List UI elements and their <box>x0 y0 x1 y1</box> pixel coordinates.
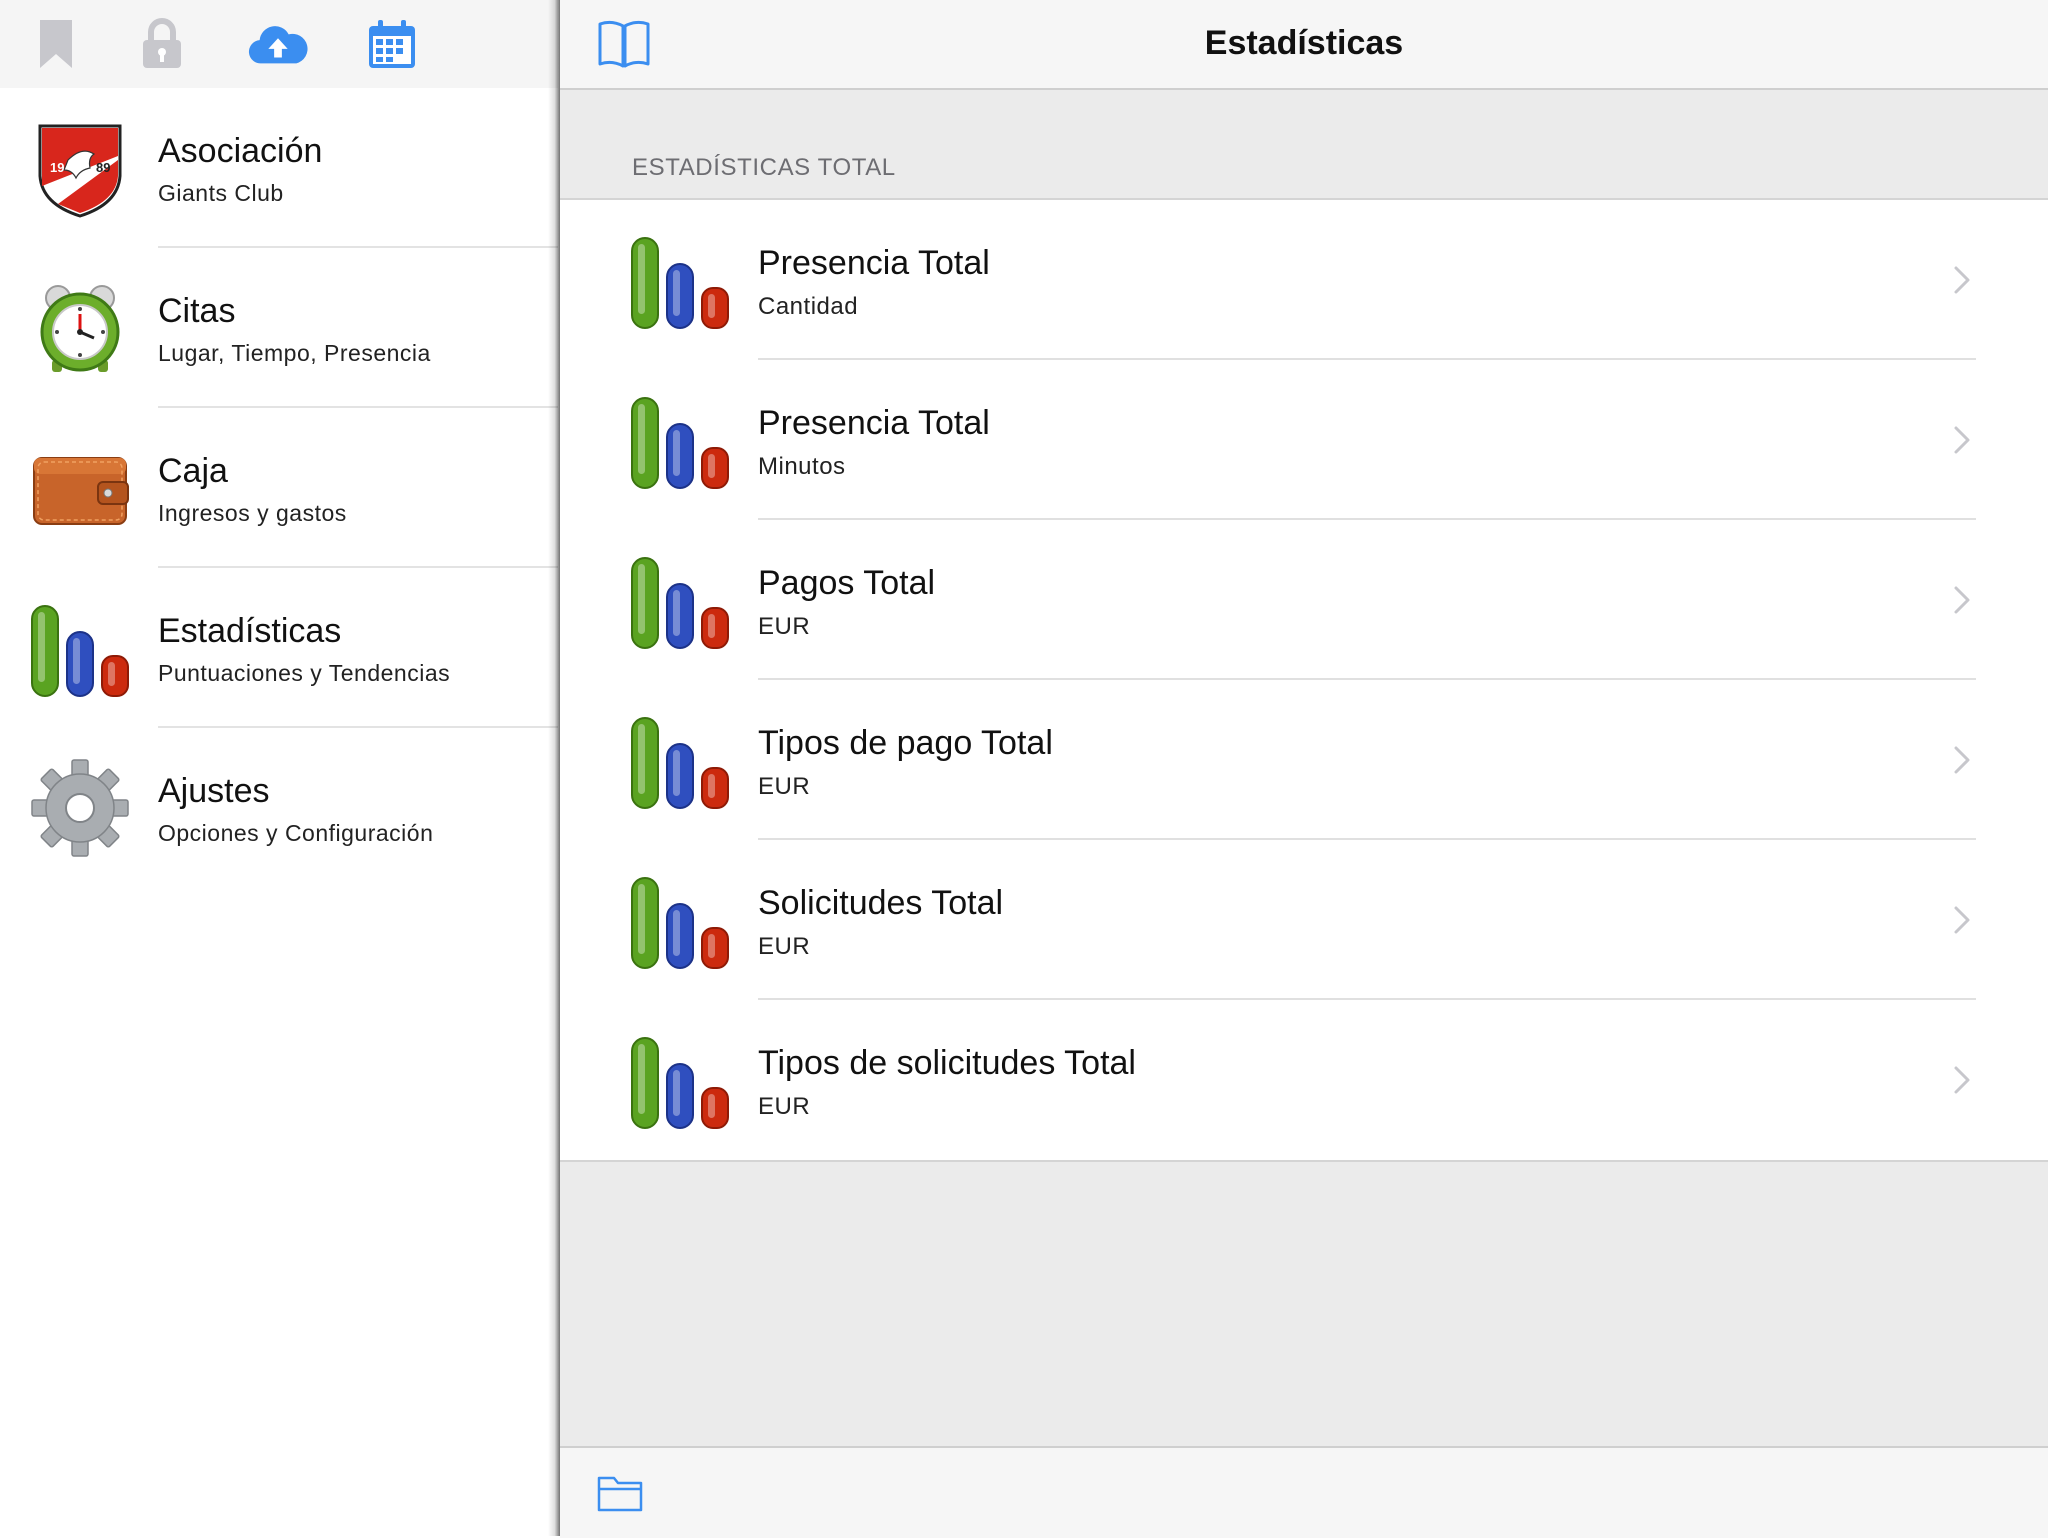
sidebar-item-title: Ajustes <box>158 772 270 810</box>
chevron-right-icon <box>1950 420 1976 460</box>
sidebar-item-ajustes[interactable]: Ajustes Opciones y Configuración <box>0 728 558 888</box>
stat-row-title: Presencia Total <box>758 404 990 442</box>
crest-year-left: 19 <box>50 160 64 175</box>
bookmark-icon[interactable] <box>26 14 86 74</box>
chevron-right-icon <box>1950 1060 1976 1100</box>
stat-row-title: Solicitudes Total <box>758 884 1004 922</box>
lock-icon[interactable] <box>132 14 192 74</box>
stat-row-subtitle: EUR <box>758 1093 811 1120</box>
bar-chart-icon <box>628 708 732 812</box>
sidebar-item-subtitle: Giants Club <box>158 180 284 206</box>
chevron-right-icon <box>1950 580 1976 620</box>
stat-row[interactable]: Presencia Total Cantidad <box>560 200 2048 360</box>
stat-row[interactable]: Presencia Total Minutos <box>560 360 2048 520</box>
stat-row-subtitle: EUR <box>758 933 811 960</box>
stat-row-subtitle: EUR <box>758 773 811 800</box>
sidebar-item-asociacion[interactable]: 19 89 Asociación Giants Club <box>0 88 558 248</box>
stat-row[interactable]: Pagos Total EUR <box>560 520 2048 680</box>
bar-chart-icon <box>628 388 732 492</box>
sidebar: 19 89 Asociación Giants Club Citas Lugar… <box>0 0 558 1536</box>
sidebar-item-title: Estadísticas <box>158 612 342 650</box>
sidebar-item-estadisticas[interactable]: Estadísticas Puntuaciones y Tendencias <box>0 568 558 728</box>
chevron-right-icon <box>1950 740 1976 780</box>
bar-chart-icon <box>628 228 732 332</box>
stat-row-subtitle: Minutos <box>758 453 846 480</box>
stat-row-subtitle: Cantidad <box>758 293 859 320</box>
bottom-toolbar <box>560 1446 2048 1538</box>
sidebar-item-subtitle: Ingresos y gastos <box>158 500 347 526</box>
crest-year-right: 89 <box>96 160 110 175</box>
chevron-right-icon <box>1950 260 1976 300</box>
alarm-clock-icon <box>28 276 132 380</box>
sidebar-item-citas[interactable]: Citas Lugar, Tiempo, Presencia <box>0 248 558 408</box>
panel-divider <box>548 0 560 1536</box>
sidebar-item-title: Caja <box>158 452 228 490</box>
stat-row-title: Presencia Total <box>758 244 990 282</box>
sidebar-item-subtitle: Puntuaciones y Tendencias <box>158 660 451 686</box>
stat-row-title: Pagos Total <box>758 564 936 602</box>
sidebar-item-subtitle: Lugar, Tiempo, Presencia <box>158 340 431 366</box>
stats-list: Presencia Total Cantidad Presencia Total Mi… <box>560 198 2048 1162</box>
navigation-bar: Estadísticas <box>560 0 2048 90</box>
chevron-right-icon <box>1950 900 1976 940</box>
sidebar-item-title: Asociación <box>158 132 323 170</box>
sidebar-toolbar <box>0 0 558 88</box>
main-panel: Estadísticas ESTADÍSTICAS TOTAL Presenci… <box>560 0 2048 1538</box>
bar-chart-icon <box>628 1028 732 1132</box>
sidebar-item-caja[interactable]: Caja Ingresos y gastos <box>0 408 558 568</box>
wallet-icon <box>28 436 132 540</box>
sidebar-item-title: Citas <box>158 292 236 330</box>
cloud-upload-icon[interactable] <box>248 14 308 74</box>
section-header: ESTADÍSTICAS TOTAL <box>632 154 896 181</box>
stat-row-title: Tipos de pago Total <box>758 724 1053 762</box>
stat-row[interactable]: Tipos de pago Total EUR <box>560 680 2048 840</box>
folder-icon[interactable] <box>596 1470 644 1514</box>
calendar-icon[interactable] <box>362 14 422 74</box>
stat-row-title: Tipos de solicitudes Total <box>758 1044 1136 1082</box>
stat-row[interactable]: Solicitudes Total EUR <box>560 840 2048 1000</box>
gear-icon <box>28 756 132 860</box>
stat-row[interactable]: Tipos de solicitudes Total EUR <box>560 1000 2048 1160</box>
sidebar-item-subtitle: Opciones y Configuración <box>158 820 434 846</box>
bar-chart-icon <box>628 868 732 972</box>
club-crest-icon: 19 89 <box>28 116 132 220</box>
bar-chart-icon <box>628 548 732 652</box>
page-title: Estadísticas <box>1204 24 1404 62</box>
stat-row-subtitle: EUR <box>758 613 811 640</box>
bar-chart-icon <box>28 596 132 700</box>
